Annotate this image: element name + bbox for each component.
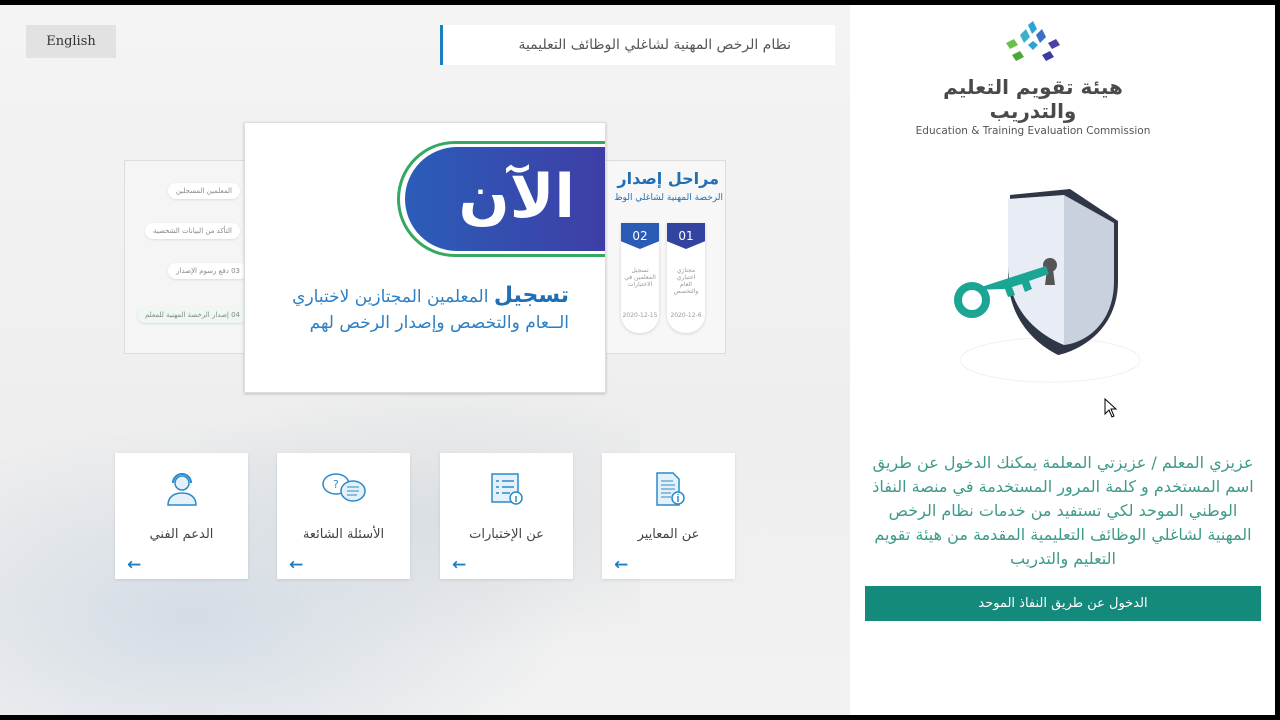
headline-line2: الــعام والتخصص وإصدار الرخص لهم <box>309 313 569 333</box>
step-number: 01 <box>667 223 705 249</box>
carousel-slide-active[interactable]: الآن تسجيل المعلمين المجتازين لاختباري ا… <box>244 122 606 393</box>
tile-label: عن المعايير <box>637 527 700 542</box>
chat-question-icon: ? <box>321 473 366 502</box>
stage-item: التأكد من البيانات الشخصية <box>145 223 240 239</box>
tile-support[interactable]: الدعم الفني ← <box>115 453 248 579</box>
logo-english-text: Education & Training Evaluation Commissi… <box>915 125 1151 137</box>
logo-arabic-text: هيئة تقويم التعليم والتدريب <box>943 75 1123 123</box>
checklist-info-icon <box>490 473 523 505</box>
step-text: مجتازي اختباري العام والتخصص <box>673 267 699 295</box>
logo-mark-icon <box>1006 21 1060 61</box>
now-badge: الآن <box>405 147 605 251</box>
shield-key-illustration <box>954 189 1141 383</box>
login-sidebar: هيئة تقويم التعليم والتدريب Education & … <box>850 5 1275 715</box>
slide-subtitle: الرخصة المهنية لشاغلي الوظ <box>614 193 723 203</box>
english-language-button[interactable]: English <box>26 25 116 58</box>
tile-label: الأسئلة الشائعة <box>302 527 385 542</box>
nafath-login-button[interactable]: الدخول عن طريق النفاذ الموحد <box>865 586 1261 621</box>
etec-logo: هيئة تقويم التعليم والتدريب Education & … <box>908 21 1158 137</box>
main-area: English نظام الرخص المهنية لشاغلي الوظائ… <box>0 5 850 715</box>
login-instructions: عزيزي المعلم / عزيزتي المعلمة يمكنك الدخ… <box>872 453 1254 568</box>
document-info-icon <box>655 472 685 506</box>
tile-label: عن الإختبارات <box>469 527 544 542</box>
svg-text:?: ? <box>333 478 339 491</box>
tile-standards[interactable]: عن المعايير ← <box>602 453 735 579</box>
headline-line1: المعلمين المجتازين لاختباري <box>292 287 489 307</box>
arrow-left-icon[interactable]: ← <box>614 555 628 575</box>
arrow-left-icon[interactable]: ← <box>452 555 466 575</box>
step-number: 02 <box>621 223 659 249</box>
stage-item: المعلمين المسجلين <box>167 183 240 199</box>
carousel-slide-next[interactable]: مراحل إصدار الرخصة المهنية لشاغلي الوظ 0… <box>600 160 726 354</box>
arrow-left-icon[interactable]: ← <box>127 555 141 575</box>
slide-headline: تسجيل المعلمين المجتازين لاختباري الــعا… <box>249 283 569 336</box>
carousel-slide-previous[interactable]: المعلمين المسجلين التأكد من البيانات الش… <box>124 160 249 354</box>
step-date: 2020-12-6 <box>670 312 702 319</box>
step-text: تسجيل المعلمين في الاختبارات <box>624 267 656 288</box>
slide-title: مراحل إصدار <box>617 169 719 188</box>
tile-exams[interactable]: عن الإختبارات ← <box>440 453 573 579</box>
step-card: 01 مجتازي اختباري العام والتخصص 2020-12-… <box>667 223 705 333</box>
mouse-cursor-icon <box>1104 398 1118 418</box>
headset-support-icon <box>166 473 197 506</box>
step-date: 2020-12-15 <box>622 312 658 319</box>
stage-item: 04 إصدار الرخصة المهنية للمعلم <box>137 307 248 323</box>
step-card: 02 تسجيل المعلمين في الاختبارات 2020-12-… <box>621 223 659 333</box>
system-title: نظام الرخص المهنية لشاغلي الوظائف التعلي… <box>440 25 835 65</box>
tile-label: الدعم الفني <box>149 527 214 542</box>
stage-item: 03 دفع رسوم الإصدار <box>168 263 248 279</box>
arrow-left-icon[interactable]: ← <box>289 555 303 575</box>
page: English نظام الرخص المهنية لشاغلي الوظائ… <box>0 5 1275 715</box>
headline-bold: تسجيل <box>493 283 569 308</box>
tile-faq[interactable]: ? الأسئلة الشائعة ← <box>277 453 410 579</box>
